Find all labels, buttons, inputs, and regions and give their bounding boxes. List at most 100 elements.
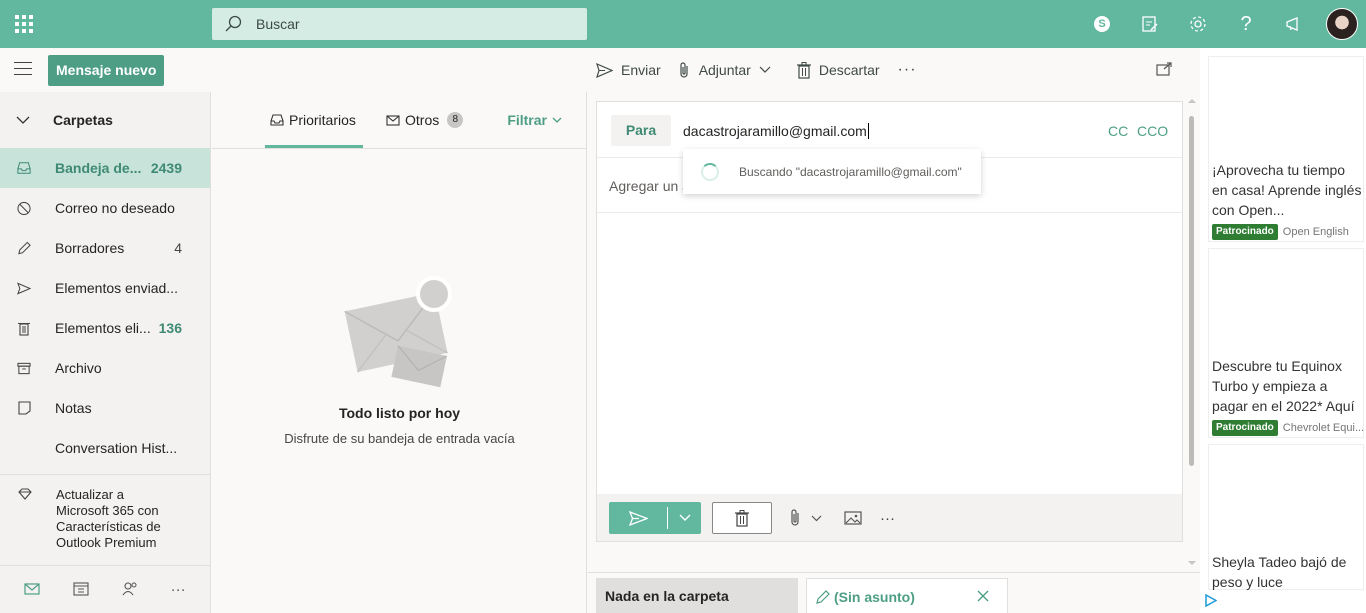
ad-card[interactable]: Sheyla Tadeo bajó de peso y luce <box>1208 444 1364 590</box>
recipient-suggestion[interactable]: Buscando "dacastrojaramillo@gmail.com" <box>683 149 981 194</box>
trash-icon <box>796 61 811 79</box>
ad-text: Descubre tu Equinox Turbo y empieza a pa… <box>1212 358 1355 414</box>
attach-action[interactable]: Adjuntar <box>679 61 779 79</box>
send-action[interactable]: Enviar <box>596 62 661 78</box>
tab-other-label: Otros <box>405 112 440 128</box>
folder-count: 136 <box>158 320 182 336</box>
discard-button[interactable] <box>712 502 772 534</box>
trash-icon <box>735 509 749 527</box>
upgrade-premium-link[interactable]: Actualizar a Microsoft 365 con Caracterí… <box>0 474 210 551</box>
adchoices-icon[interactable] <box>1204 594 1217 607</box>
chevron-down-icon <box>759 66 771 73</box>
send-button[interactable] <box>609 502 701 534</box>
compose-actions: Enviar Adjuntar Descartar ··· <box>596 48 935 92</box>
close-icon[interactable] <box>977 579 989 613</box>
attach-label: Adjuntar <box>698 62 751 78</box>
compose-footer: ··· <box>597 494 1182 541</box>
empty-inbox-illustration <box>344 276 452 388</box>
archive-icon <box>17 362 31 375</box>
mail-icon <box>386 114 400 126</box>
tab-focused-label: Prioritarios <box>289 112 356 128</box>
new-message-button[interactable]: Mensaje nuevo <box>48 55 165 86</box>
folder-label: Elementos eli... <box>55 320 151 336</box>
skype-icon[interactable]: S <box>1078 0 1126 48</box>
compose-scrollbar[interactable] <box>1186 96 1198 571</box>
module-switcher: ··· <box>0 565 210 613</box>
to-button[interactable]: Para <box>611 115 671 146</box>
folder-label: Borradores <box>55 240 125 256</box>
folder-notes[interactable]: Notas <box>0 388 210 428</box>
app-launcher-icon[interactable] <box>0 0 48 48</box>
top-bar: Buscar S ? <box>0 0 1366 48</box>
settings-icon[interactable] <box>1174 0 1222 48</box>
account-button[interactable] <box>1318 0 1366 48</box>
to-input[interactable]: dacastrojaramillo@gmail.com <box>683 123 869 139</box>
folder-inbox[interactable]: Bandeja de... 2439 <box>0 148 210 188</box>
folder-junk[interactable]: Correo no deseado <box>0 188 210 228</box>
message-list-pane: Prioritarios Otros 8 Filtrar Todo listo … <box>212 92 587 613</box>
more-options-button[interactable]: ··· <box>880 510 895 527</box>
folder-pane: Carpetas Bandeja de... 2439 Correo no de… <box>0 92 211 613</box>
search-icon <box>225 15 242 32</box>
avatar <box>1326 8 1358 40</box>
tab-other[interactable]: Otros 8 <box>386 92 464 148</box>
tab-focused[interactable]: Prioritarios <box>265 92 363 148</box>
chevron-down-icon <box>552 117 562 123</box>
ad-card[interactable]: Descubre tu Equinox Turbo y empieza a pa… <box>1208 248 1364 438</box>
more-actions-button[interactable]: ··· <box>898 61 917 79</box>
folder-sent[interactable]: Elementos enviad... <box>0 268 210 308</box>
unread-badge: 8 <box>447 112 464 128</box>
folder-label: Elementos enviad... <box>55 280 178 296</box>
attach-file-button[interactable] <box>790 509 822 527</box>
folder-status-tab[interactable]: Nada en la carpeta <box>596 578 798 613</box>
ad-card[interactable]: ¡Aprovecha tu tiempo en casa! Aprende in… <box>1208 56 1364 242</box>
inbox-icon <box>17 161 31 175</box>
ad-brand: Open English <box>1282 226 1349 238</box>
draft-tab[interactable]: (Sin asunto) <box>806 578 1008 613</box>
bcc-button[interactable]: CCO <box>1137 123 1168 139</box>
mail-icon[interactable] <box>24 582 40 598</box>
folder-label: Conversation Hist... <box>55 440 178 456</box>
folder-drafts[interactable]: Borradores 4 <box>0 228 210 268</box>
filter-button[interactable]: Filtrar <box>507 92 562 148</box>
paperclip-icon <box>680 61 688 78</box>
junk-icon <box>17 201 31 216</box>
chevron-down-icon <box>811 515 822 521</box>
calendar-icon[interactable] <box>73 581 89 599</box>
my-day-icon[interactable] <box>1126 0 1174 48</box>
filter-label: Filtrar <box>507 112 547 128</box>
search-box[interactable]: Buscar <box>212 8 587 40</box>
hamburger-icon[interactable] <box>14 62 32 80</box>
send-options-dropdown[interactable] <box>668 502 701 534</box>
help-icon[interactable]: ? <box>1222 0 1270 48</box>
discard-label: Descartar <box>818 62 880 78</box>
folder-count: 4 <box>174 240 182 256</box>
more-apps-button[interactable]: ··· <box>171 581 186 598</box>
pencil-icon <box>17 241 31 256</box>
people-icon[interactable] <box>122 581 138 599</box>
folders-title: Carpetas <box>53 112 113 128</box>
diamond-icon <box>18 488 32 551</box>
ad-brand: Chevrolet Equi... <box>1282 422 1365 434</box>
whats-new-icon[interactable] <box>1270 0 1318 48</box>
ad-text: Sheyla Tadeo bajó de peso y luce <box>1212 554 1347 590</box>
sponsored-badge: Patrocinado <box>1212 224 1278 240</box>
folder-label: Bandeja de... <box>55 160 142 176</box>
loading-spinner <box>701 162 719 181</box>
folder-conversation-history[interactable]: Conversation Hist... <box>0 428 210 468</box>
note-icon <box>17 401 31 415</box>
send-icon[interactable] <box>609 507 668 529</box>
folder-count: 2439 <box>150 160 182 176</box>
discard-action[interactable]: Descartar <box>796 61 880 79</box>
bottom-tab-strip: Nada en la carpeta (Sin asunto) <box>588 572 1200 613</box>
suggestion-text: Buscando "dacastrojaramillo@gmail.com" <box>739 164 962 179</box>
folders-header[interactable]: Carpetas <box>0 92 210 148</box>
popout-icon[interactable] <box>1156 62 1172 79</box>
send-label: Enviar <box>621 62 661 78</box>
insert-picture-icon[interactable] <box>844 511 862 525</box>
ad-text: ¡Aprovecha tu tiempo en casa! Aprende in… <box>1212 162 1362 218</box>
cc-button[interactable]: CC <box>1108 123 1128 139</box>
folder-deleted[interactable]: Elementos eli... 136 <box>0 308 210 348</box>
folder-archive[interactable]: Archivo <box>0 348 210 388</box>
inbox-tabs: Prioritarios Otros 8 Filtrar <box>212 92 586 149</box>
